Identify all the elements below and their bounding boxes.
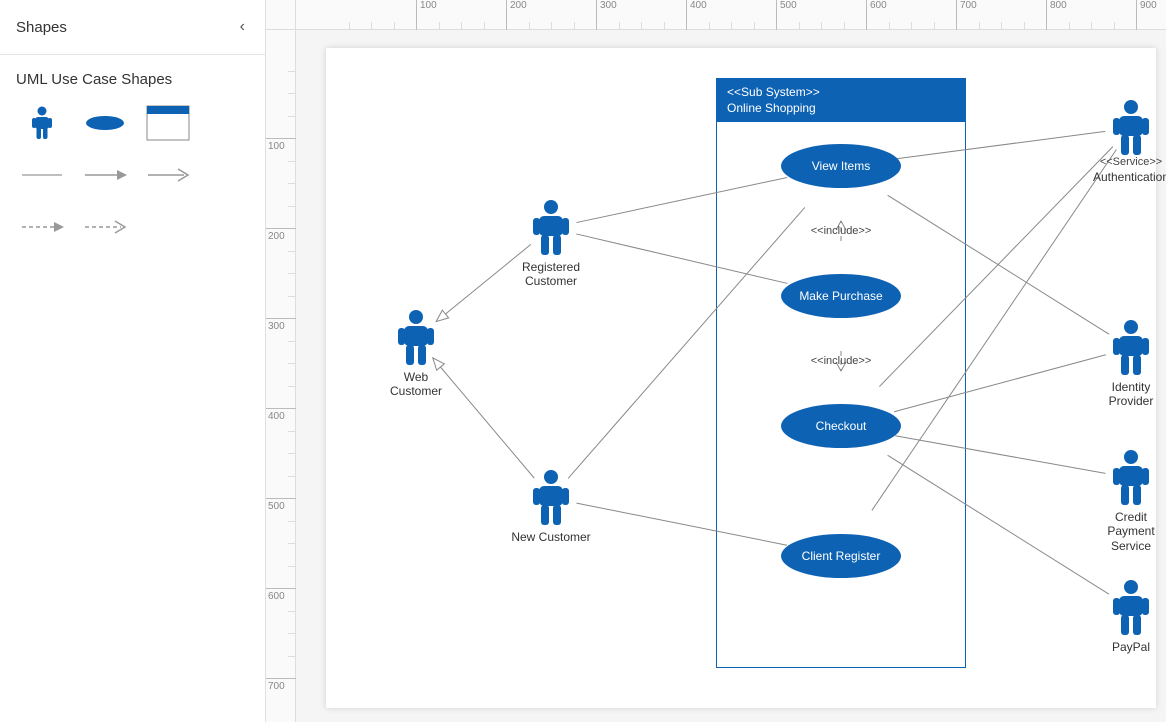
diagram-canvas[interactable]: 100 200 300 400 500 600 700 800 900 100 200 300 400… — [266, 0, 1166, 722]
ruler-tick: 600 — [266, 588, 296, 589]
ruler-tick: 300 — [596, 0, 597, 30]
ruler-tick: 100 — [266, 138, 296, 139]
palette-group-title: UML Use Case Shapes — [0, 55, 265, 100]
ruler-tick: 100 — [416, 0, 417, 30]
actor-web-customer[interactable] — [398, 310, 434, 365]
palette-system[interactable] — [138, 100, 197, 146]
ellipse-icon — [85, 115, 125, 131]
usecase-make-purchase[interactable] — [781, 274, 901, 318]
ruler-tick: 200 — [506, 0, 507, 30]
ruler-corner — [266, 0, 296, 30]
ruler-tick: 400 — [686, 0, 687, 30]
palette-actor[interactable] — [12, 100, 71, 146]
actor-label: Web Customer — [390, 370, 442, 399]
actor-label: Authentication — [1093, 170, 1166, 184]
connector[interactable] — [896, 131, 1106, 158]
line-icon — [20, 169, 64, 181]
actor-credit-payment[interactable] — [1113, 450, 1149, 505]
actor-label: Credit Payment Service — [1107, 510, 1154, 553]
connector[interactable] — [576, 234, 787, 284]
system-box-icon — [146, 105, 190, 141]
actor-icon — [31, 106, 53, 140]
ruler-tick: 500 — [266, 498, 296, 499]
include-label: <<include>> — [811, 225, 872, 237]
connector[interactable] — [895, 436, 1105, 474]
ruler-tick: 300 — [266, 318, 296, 319]
actor-label: Identity Provider — [1109, 380, 1154, 409]
usecase-checkout[interactable] — [781, 404, 901, 448]
arrow-closed-icon — [83, 168, 127, 182]
connector[interactable] — [576, 177, 787, 222]
include-label: <<include>> — [811, 355, 872, 367]
arrow-open-icon — [146, 168, 190, 182]
ruler-tick: 400 — [266, 408, 296, 409]
collapse-sidebar-icon[interactable]: ‹ — [236, 14, 249, 40]
palette-arrow-solid-closed[interactable] — [75, 152, 134, 198]
ruler-tick: 700 — [956, 0, 957, 30]
palette-association[interactable] — [12, 152, 71, 198]
actor-label: PayPal — [1112, 640, 1150, 654]
actor-new-customer[interactable] — [533, 470, 569, 525]
actor-registered-customer[interactable] — [533, 200, 569, 255]
connector[interactable] — [433, 358, 534, 478]
actor-paypal[interactable] — [1113, 580, 1149, 635]
ruler-tick: 200 — [266, 228, 296, 229]
sidebar-title: Shapes — [16, 19, 67, 36]
actor-identity-provider[interactable] — [1113, 320, 1149, 375]
actor-stereotype: <<Service>> — [1100, 156, 1162, 168]
ruler-tick: 900 — [1136, 0, 1137, 30]
palette-arrow-dashed-closed[interactable] — [12, 204, 71, 250]
actor-label: Registered Customer — [522, 260, 580, 289]
connector-layer — [326, 48, 1156, 708]
connector[interactable] — [872, 150, 1117, 511]
palette-arrow-dashed-open[interactable] — [75, 204, 134, 250]
ruler-horizontal: 100 200 300 400 500 600 700 800 900 — [296, 0, 1166, 30]
ruler-tick: 700 — [266, 678, 296, 679]
connector[interactable] — [436, 244, 531, 321]
connector[interactable] — [888, 195, 1109, 334]
usecase-client-register[interactable] — [781, 534, 901, 578]
actor-label: New Customer — [511, 530, 590, 544]
ruler-vertical: 100 200 300 400 500 600 700 — [266, 30, 296, 722]
shapes-sidebar: Shapes ‹ UML Use Case Shapes — [0, 0, 266, 722]
diagram-page[interactable]: <<Sub System>> Online Shopping — [326, 48, 1156, 708]
dashed-arrow-open-icon — [83, 220, 127, 234]
usecase-view-items[interactable] — [781, 144, 901, 188]
palette-arrow-solid-open[interactable] — [138, 152, 197, 198]
connector[interactable] — [888, 455, 1109, 594]
ruler-tick: 600 — [866, 0, 867, 30]
dashed-arrow-closed-icon — [20, 220, 64, 234]
palette-usecase[interactable] — [75, 100, 134, 146]
connector[interactable] — [568, 207, 805, 478]
connector[interactable] — [894, 355, 1106, 412]
ruler-tick: 800 — [1046, 0, 1047, 30]
connector[interactable] — [879, 147, 1113, 387]
connector[interactable] — [576, 503, 787, 545]
shape-palette — [0, 100, 265, 250]
sidebar-header: Shapes ‹ — [0, 0, 265, 55]
actor-authentication[interactable] — [1113, 100, 1149, 155]
ruler-tick: 500 — [776, 0, 777, 30]
